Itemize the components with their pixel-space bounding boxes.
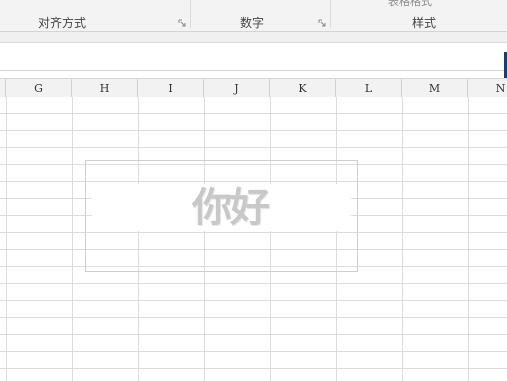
number-dialog-launcher-icon[interactable] bbox=[318, 19, 326, 27]
grid-column-line bbox=[402, 97, 403, 381]
text-box-shape[interactable]: 你好 bbox=[85, 160, 358, 272]
ribbon-group-separator bbox=[190, 0, 191, 28]
column-header-h[interactable]: H bbox=[72, 79, 138, 97]
table-format-button-label[interactable]: 表格格式 bbox=[388, 0, 432, 9]
grid-column-line bbox=[6, 97, 7, 381]
alignment-dialog-launcher-icon[interactable] bbox=[178, 19, 186, 27]
grid-column-line bbox=[468, 97, 469, 381]
column-header-m[interactable]: M bbox=[402, 79, 468, 97]
formula-bar[interactable] bbox=[0, 43, 507, 71]
column-header-k[interactable]: K bbox=[270, 79, 336, 97]
ribbon-group-separator bbox=[330, 0, 331, 28]
ribbon: 表格格式 对齐方式 数字 样式 bbox=[0, 0, 507, 32]
styles-group-label: 样式 bbox=[412, 16, 437, 30]
column-header-n[interactable]: N bbox=[468, 79, 507, 97]
text-box-fill: 你好 bbox=[92, 184, 351, 231]
column-header-i[interactable]: I bbox=[138, 79, 204, 97]
column-header-j[interactable]: J bbox=[204, 79, 270, 97]
grid-column-line bbox=[72, 97, 73, 381]
text-box-content[interactable]: 你好 bbox=[192, 186, 270, 230]
column-header-l[interactable]: L bbox=[336, 79, 402, 97]
ribbon-bottom-band bbox=[0, 32, 507, 43]
alignment-group-label: 对齐方式 bbox=[38, 16, 87, 30]
number-group-label: 数字 bbox=[240, 16, 265, 30]
column-header-g[interactable]: G bbox=[6, 79, 72, 97]
column-header-row: G H I J K L M N bbox=[0, 78, 507, 98]
spreadsheet-window: 表格格式 对齐方式 数字 样式 G H I J K L M N 你好 bbox=[0, 0, 507, 381]
